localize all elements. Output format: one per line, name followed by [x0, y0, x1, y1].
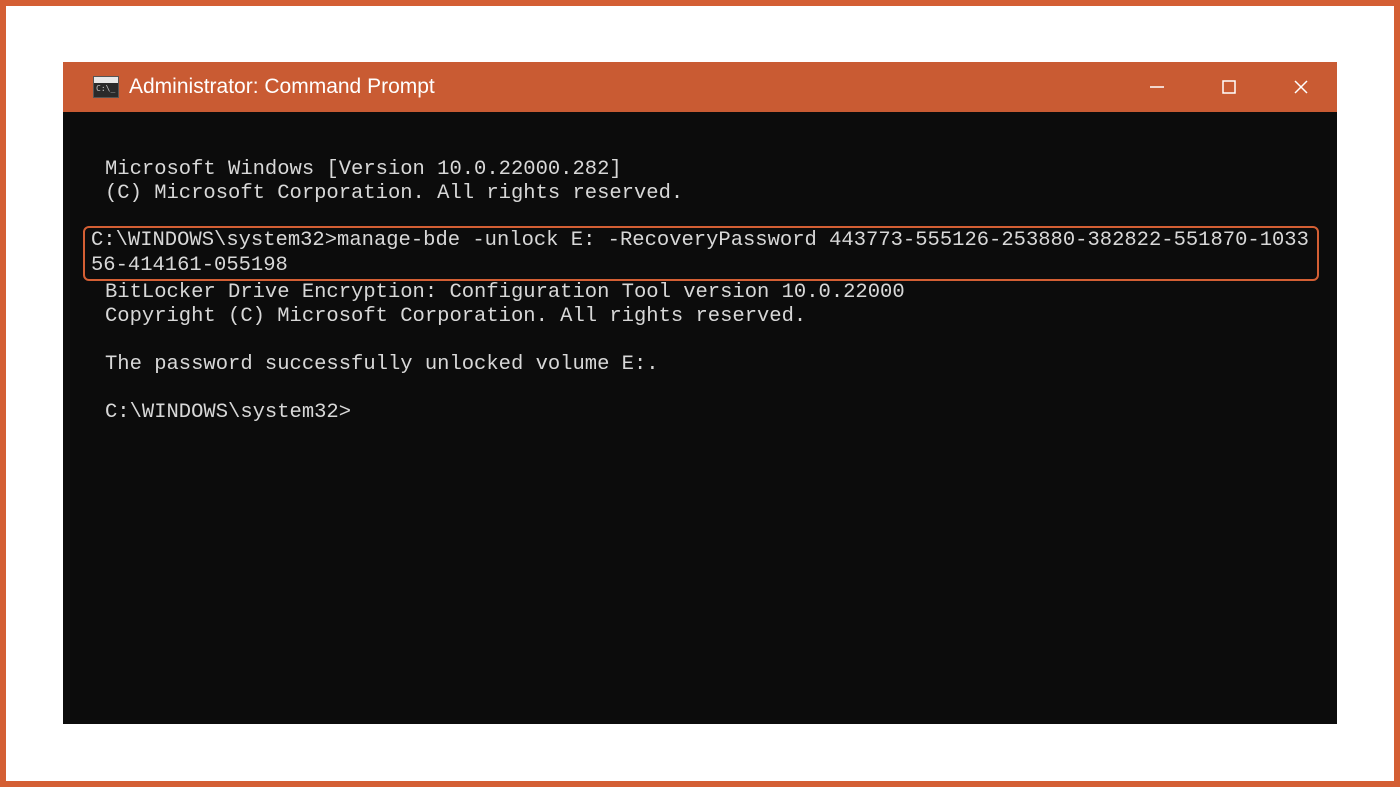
- terminal-line: Copyright (C) Microsoft Corporation. All…: [105, 305, 1315, 329]
- window-title: Administrator: Command Prompt: [129, 75, 435, 99]
- minimize-icon: [1148, 78, 1166, 96]
- terminal-line: BitLocker Drive Encryption: Configuratio…: [105, 281, 1315, 305]
- terminal-prompt: C:\WINDOWS\system32>: [105, 401, 1315, 425]
- close-icon: [1292, 78, 1310, 96]
- titlebar[interactable]: Administrator: Command Prompt: [63, 62, 1337, 112]
- blank-line: [105, 377, 1315, 401]
- minimize-button[interactable]: [1121, 62, 1193, 112]
- command-prompt-window: Administrator: Command Prompt Microsoft: [63, 62, 1337, 724]
- blank-line: [105, 329, 1315, 353]
- highlighted-command: C:\WINDOWS\system32>manage-bde -unlock E…: [83, 226, 1319, 280]
- maximize-button[interactable]: [1193, 62, 1265, 112]
- terminal-line: (C) Microsoft Corporation. All rights re…: [105, 182, 1315, 206]
- terminal-output[interactable]: Microsoft Windows [Version 10.0.22000.28…: [63, 112, 1337, 724]
- cmd-icon: [93, 76, 119, 98]
- window-controls: [1121, 62, 1337, 112]
- terminal-line: The password successfully unlocked volum…: [105, 353, 1315, 377]
- maximize-icon: [1221, 79, 1237, 95]
- close-button[interactable]: [1265, 62, 1337, 112]
- terminal-command-line: C:\WINDOWS\system32>manage-bde -unlock E…: [91, 229, 1309, 276]
- terminal-line: Microsoft Windows [Version 10.0.22000.28…: [105, 158, 1315, 182]
